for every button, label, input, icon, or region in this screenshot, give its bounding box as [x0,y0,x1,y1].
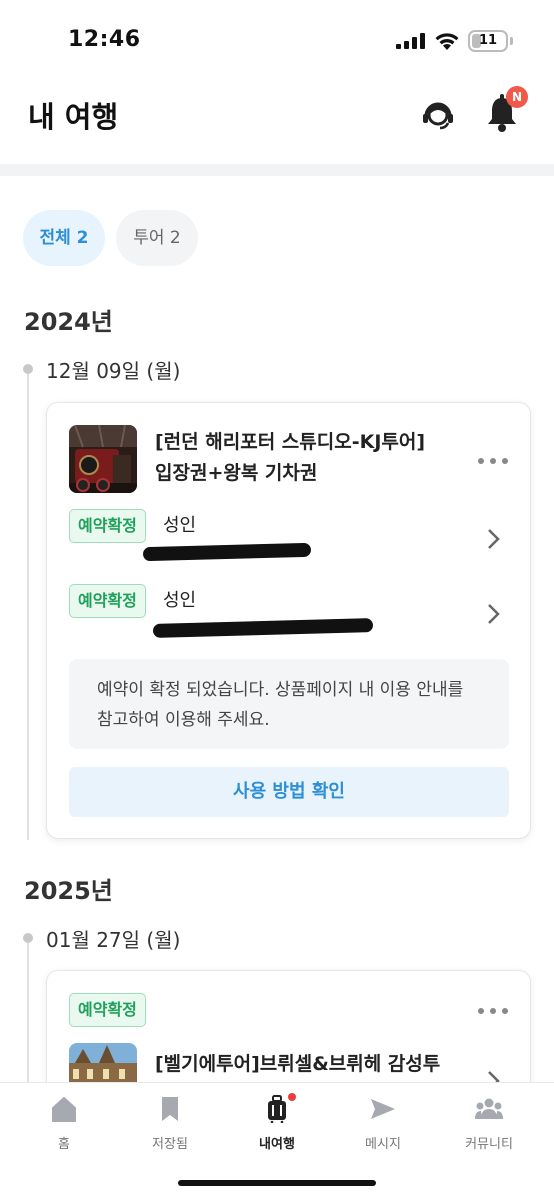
status-badge: 예약확정 [69,509,146,543]
notification-badge: N [506,86,528,108]
nav-label: 저장됨 [152,1137,188,1152]
chevron-right-icon[interactable] [483,602,503,626]
product-title[interactable]: [벨기에투어]브뤼셀&브뤼헤 감성투 [155,1049,465,1080]
timeline-line [27,374,29,840]
battery-level: 11 [478,33,498,48]
ticket-type: 성인 [163,590,197,611]
product-title[interactable]: [런던 해리포터 스튜디오-KJ투어] 입장권+왕복 기차권 [155,427,465,489]
battery-cap [510,37,513,45]
wifi-icon [435,33,459,50]
redaction-mark [142,542,312,562]
nav-label: 메시지 [365,1137,401,1152]
nav-label: 내여행 [259,1137,295,1152]
nav-label: 커뮤니티 [465,1137,513,1152]
more-options-icon[interactable] [473,1001,513,1021]
ticket-type: 성인 [163,515,197,536]
community-icon [475,1098,503,1119]
notice-line2: 참고하여 이용해 주세요. [97,710,270,730]
notice-line1: 예약이 확정 되었습니다. 상품페이지 내 이용 안내를 [97,680,464,700]
product-thumbnail [69,425,137,493]
nav-item-community[interactable]: 커뮤니티 [444,1095,534,1155]
booking-notice: 예약이 확정 되었습니다. 상품페이지 내 이용 안내를 참고하여 이용해 주세… [69,659,509,749]
timeline-dot [23,364,33,374]
filter-chip-tour[interactable]: 투어 2 [116,210,198,266]
cellular-signal-icon [396,33,425,49]
nav-label: 홈 [58,1137,70,1152]
status-badge: 예약확정 [69,993,146,1027]
redaction-mark [152,618,374,638]
timeline-line [27,943,29,1082]
nav-item-home[interactable]: 홈 [19,1095,109,1155]
timeline-dot [23,933,33,943]
nav-new-dot [288,1093,296,1101]
battery-icon: 11 [468,30,508,52]
filter-chip-all[interactable]: 전체 2 [23,210,105,266]
product-title-line1: [런던 해리포터 스튜디오-KJ투어] [155,431,426,453]
status-time: 12:46 [68,27,141,52]
year-heading: 2024년 [24,308,113,336]
header-divider [0,164,554,176]
more-options-icon[interactable] [473,451,513,471]
booking-card[interactable]: [런던 해리포터 스튜디오-KJ투어] 입장권+왕복 기차권 예약확정 성인 예… [46,402,531,839]
usage-guide-button[interactable]: 사용 방법 확인 [69,767,509,817]
year-heading: 2025년 [24,877,113,905]
chevron-right-icon[interactable] [483,527,503,551]
send-icon [371,1099,395,1119]
nav-item-my-trips[interactable]: 내여행 [232,1093,322,1155]
home-indicator [178,1180,376,1186]
status-bar: 12:46 11 [0,0,554,80]
page-title: 내 여행 [28,100,119,134]
nav-item-saved[interactable]: 저장됨 [125,1095,215,1155]
booking-date: 01월 27일 (월) [46,928,181,952]
customer-support-icon[interactable] [418,94,458,134]
booking-date: 12월 09일 (월) [46,359,181,383]
luggage-icon [268,1095,286,1123]
nav-item-messages[interactable]: 메시지 [338,1095,428,1155]
app-header: 내 여행 [0,80,554,164]
bookmark-icon [162,1097,178,1121]
product-title-line2: 입장권+왕복 기차권 [155,462,318,484]
home-icon [52,1097,76,1122]
status-badge: 예약확정 [69,584,146,618]
